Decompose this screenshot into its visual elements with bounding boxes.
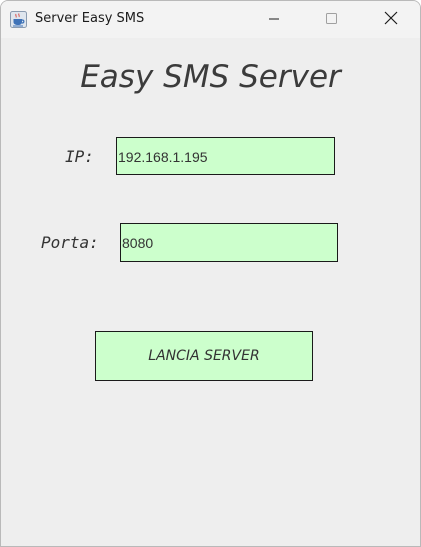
app-window: Server Easy SMS Easy SMS Server IP: 192.…: [0, 0, 421, 547]
port-label: Porta:: [41, 233, 99, 252]
port-field[interactable]: 8080: [120, 223, 338, 262]
maximize-button[interactable]: [303, 1, 361, 38]
window-title: Server Easy SMS: [35, 11, 145, 26]
maximize-icon: [326, 10, 338, 29]
minimize-button[interactable]: [245, 1, 303, 38]
launch-server-button[interactable]: LANCIA SERVER: [95, 331, 313, 381]
ip-field[interactable]: 192.168.1.195: [116, 137, 335, 175]
java-cup-icon: [10, 11, 27, 28]
close-icon: [384, 10, 398, 29]
minimize-icon: [268, 10, 280, 29]
page-title: Easy SMS Server: [80, 59, 341, 95]
title-bar[interactable]: Server Easy SMS: [1, 1, 420, 38]
close-button[interactable]: [362, 1, 420, 38]
ip-label: IP:: [65, 147, 94, 166]
